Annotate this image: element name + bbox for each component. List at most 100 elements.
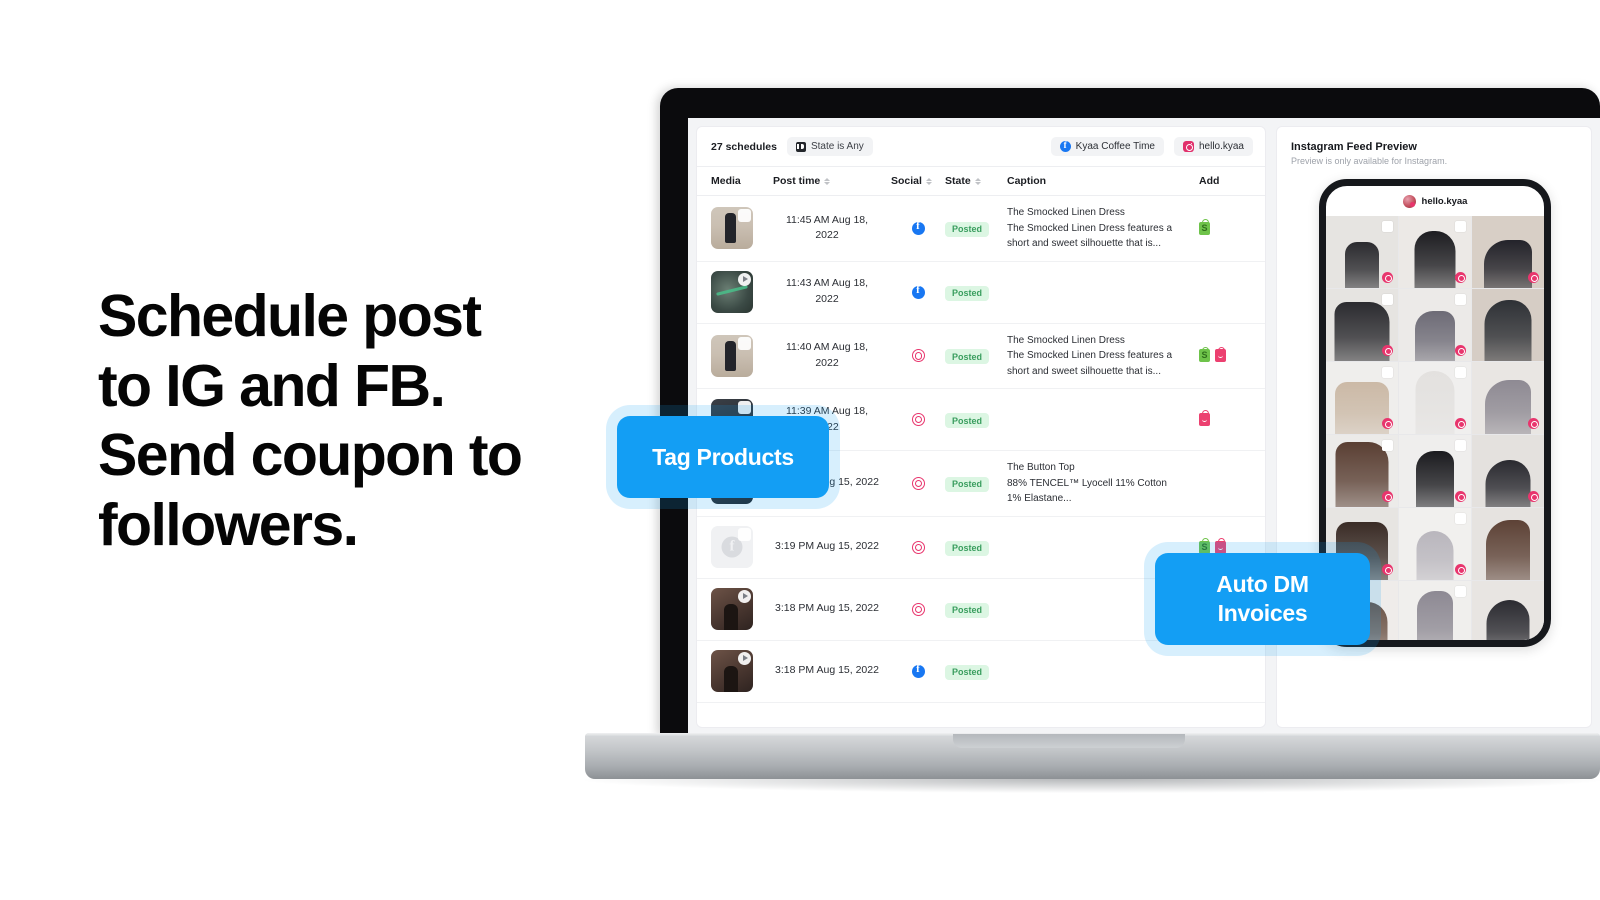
instagram-tag-icon[interactable] — [1528, 272, 1539, 283]
sort-icon[interactable] — [925, 177, 932, 185]
instagram-grid-cell[interactable] — [1326, 289, 1398, 361]
instagram-grid-cell[interactable] — [1472, 289, 1544, 361]
instagram-tag-icon[interactable] — [1382, 272, 1393, 283]
instagram-tag-icon[interactable] — [1382, 491, 1393, 502]
photo-subject — [1416, 531, 1454, 580]
shopify-bag-icon[interactable] — [1199, 346, 1210, 363]
status-badge: Posted — [945, 349, 990, 365]
sort-icon[interactable] — [824, 177, 831, 185]
photo-subject — [1335, 382, 1389, 434]
photo-subject — [1415, 311, 1455, 361]
table-row[interactable]: 11:43 AM Aug 18,2022 Posted — [697, 262, 1265, 324]
instagram-grid-cell[interactable] — [1326, 216, 1398, 288]
social-col — [891, 220, 945, 235]
headline-line-1: to IG and FB. — [98, 352, 446, 419]
caption-body-line: 1% Elastane... — [1007, 493, 1072, 504]
select-checkbox[interactable] — [1382, 294, 1393, 305]
table-header: Media Post time Social State Caption Add — [697, 166, 1265, 196]
media-thumbnail[interactable] — [711, 650, 753, 692]
callout-auto-dm-invoices: Auto DM Invoices — [1155, 553, 1370, 645]
instagram-grid-cell[interactable] — [1326, 435, 1398, 507]
instagram-grid-cell[interactable] — [1472, 435, 1544, 507]
select-checkbox[interactable] — [1382, 221, 1393, 232]
instagram-grid-cell[interactable] — [1399, 289, 1471, 361]
instagram-tag-icon[interactable] — [1528, 491, 1539, 502]
table-row[interactable]: 11:40 AM Aug 18, 2022 Posted The Smocked Li… — [697, 324, 1265, 389]
state-cell: Posted — [945, 347, 1007, 365]
add-cell — [1199, 410, 1253, 426]
select-checkbox[interactable] — [738, 400, 751, 414]
instagram-grid-cell[interactable] — [1326, 362, 1398, 434]
account-chip-instagram[interactable]: hello.kyaa — [1173, 137, 1253, 156]
select-checkbox[interactable] — [1382, 440, 1393, 451]
add-cell — [1199, 537, 1253, 554]
social-col — [891, 349, 945, 363]
select-checkbox[interactable] — [1382, 367, 1393, 378]
shopping-bag-icon[interactable] — [1199, 410, 1210, 426]
instagram-grid-cell[interactable] — [1399, 216, 1471, 288]
instagram-tag-icon[interactable] — [1455, 418, 1466, 429]
state-cell: Posted — [945, 538, 1007, 556]
instagram-tag-icon[interactable] — [1382, 418, 1393, 429]
shopify-bag-icon[interactable] — [1199, 219, 1210, 235]
instagram-grid-cell[interactable] — [1472, 508, 1544, 580]
table-row[interactable]: 11:45 AM Aug 18,2022 Posted The Smocked Li… — [697, 196, 1265, 262]
select-checkbox[interactable] — [1455, 513, 1466, 524]
photo-subject — [1416, 451, 1454, 507]
column-header-state[interactable]: State — [945, 175, 1007, 187]
post-time-cell: 11:45 AM Aug 18, 2022 — [785, 213, 869, 242]
add-icons — [1199, 346, 1253, 363]
social-cell — [891, 663, 945, 678]
media-thumbnail[interactable] — [711, 271, 753, 313]
shopify-bag-icon[interactable] — [1199, 537, 1210, 554]
instagram-tag-icon[interactable] — [1528, 418, 1539, 429]
instagram-tag-icon[interactable] — [1382, 345, 1393, 356]
state-filter-button[interactable]: State is Any — [786, 137, 873, 156]
status-badge: Posted — [945, 602, 990, 618]
instagram-tag-icon[interactable] — [1455, 272, 1466, 283]
select-checkbox[interactable] — [1455, 221, 1466, 232]
instagram-tag-icon[interactable] — [1455, 345, 1466, 356]
media-thumbnail[interactable] — [711, 588, 753, 630]
play-icon[interactable] — [738, 273, 751, 286]
instagram-grid-cell[interactable] — [1472, 581, 1544, 640]
instagram-tag-icon[interactable] — [1455, 564, 1466, 575]
facebook-icon — [911, 663, 925, 678]
instagram-grid-cell[interactable] — [1472, 216, 1544, 288]
select-checkbox[interactable] — [738, 209, 751, 223]
laptop-shadow — [585, 779, 1600, 793]
media-thumbnail[interactable] — [711, 526, 753, 568]
instagram-tag-icon[interactable] — [1382, 564, 1393, 575]
play-icon[interactable] — [738, 590, 751, 603]
select-checkbox[interactable] — [738, 528, 751, 541]
shopping-bag-icon[interactable] — [1215, 346, 1226, 363]
select-checkbox[interactable] — [738, 336, 751, 350]
account-chip-facebook[interactable]: Kyaa Coffee Time — [1050, 137, 1164, 156]
select-checkbox[interactable] — [1455, 367, 1466, 378]
column-header-social[interactable]: Social — [891, 175, 945, 187]
select-checkbox[interactable] — [1455, 586, 1466, 597]
caption-title: The Button Top — [1007, 462, 1075, 473]
instagram-icon — [1182, 141, 1194, 152]
instagram-icon — [911, 540, 925, 554]
sort-icon[interactable] — [974, 177, 981, 185]
instagram-grid-cell[interactable] — [1399, 435, 1471, 507]
instagram-grid-cell[interactable] — [1399, 362, 1471, 434]
column-header-post-time[interactable]: Post time — [773, 175, 891, 187]
table-row[interactable]: 3:18 PM Aug 15, 2022 Posted — [697, 641, 1265, 703]
play-icon[interactable] — [738, 652, 751, 665]
instagram-grid-cell[interactable] — [1399, 581, 1471, 640]
photo-subject — [1335, 442, 1389, 507]
instagram-tag-icon[interactable] — [1455, 491, 1466, 502]
shopping-bag-icon[interactable] — [1215, 537, 1226, 554]
add-icons — [1199, 537, 1253, 554]
media-thumbnail[interactable] — [711, 207, 753, 250]
caption-body-line: 88% TENCEL™ Lyocell 11% Cotton — [1007, 477, 1167, 489]
social-cell — [891, 349, 945, 363]
media-cell — [711, 207, 773, 250]
select-checkbox[interactable] — [1455, 294, 1466, 305]
media-thumbnail[interactable] — [711, 334, 753, 377]
instagram-grid-cell[interactable] — [1399, 508, 1471, 580]
instagram-grid-cell[interactable] — [1472, 362, 1544, 434]
select-checkbox[interactable] — [1455, 440, 1466, 451]
